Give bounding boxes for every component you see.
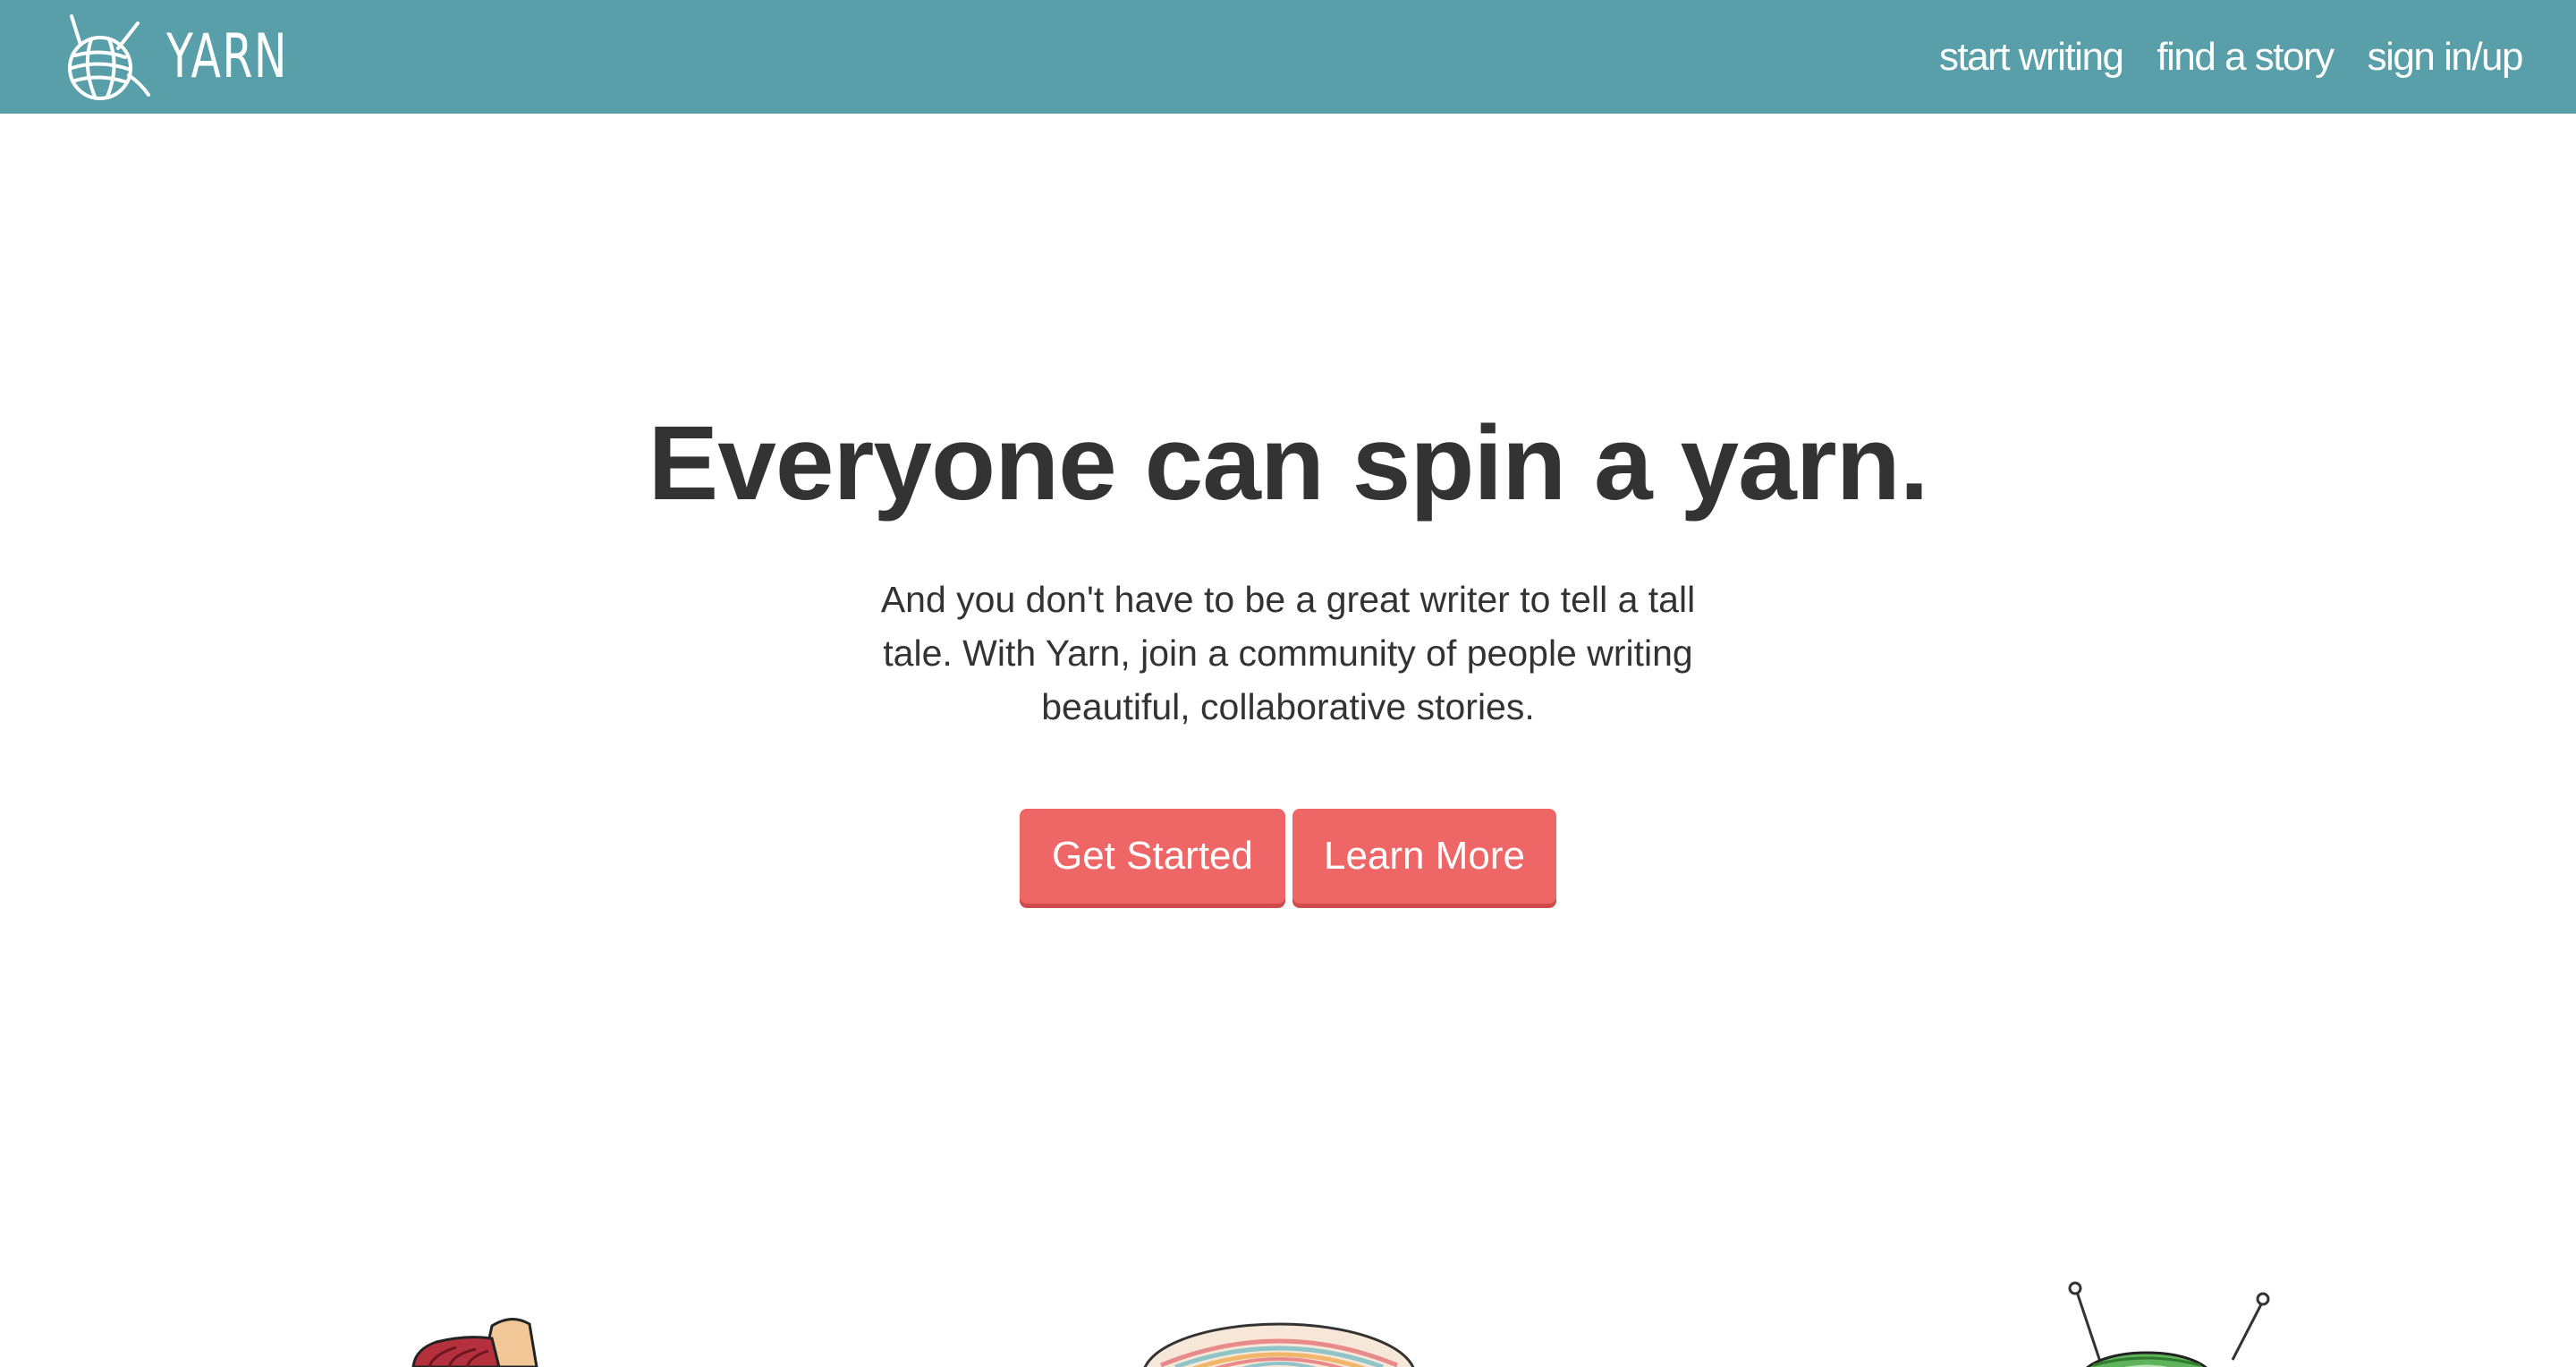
hero-description: And you don't have to be a great writer …: [880, 579, 1696, 727]
yarn-ball-pattern-icon: [1143, 1322, 1415, 1367]
brand-home-link[interactable]: YARN: [55, 0, 335, 114]
learn-more-button[interactable]: Learn More: [1292, 809, 1556, 904]
yarn-ball-needles-icon: [2068, 1281, 2270, 1367]
top-nav: start writing find a story sign in/up: [1939, 0, 2524, 114]
yarn-spool-icon: [411, 1318, 538, 1367]
navbar: YARN start writing find a story sign in/…: [0, 0, 2576, 114]
get-started-button[interactable]: Get Started: [1020, 809, 1285, 904]
nav-start-writing-link[interactable]: start writing: [1939, 35, 2124, 80]
yarn-ball-logo-icon: [68, 13, 150, 100]
nav-find-a-story-link[interactable]: find a story: [2157, 35, 2334, 80]
nav-sign-in-up-link[interactable]: sign in/up: [2368, 35, 2524, 80]
brand-name: YARN: [166, 21, 289, 92]
hero-title: Everyone can spin a yarn.: [648, 404, 1929, 522]
